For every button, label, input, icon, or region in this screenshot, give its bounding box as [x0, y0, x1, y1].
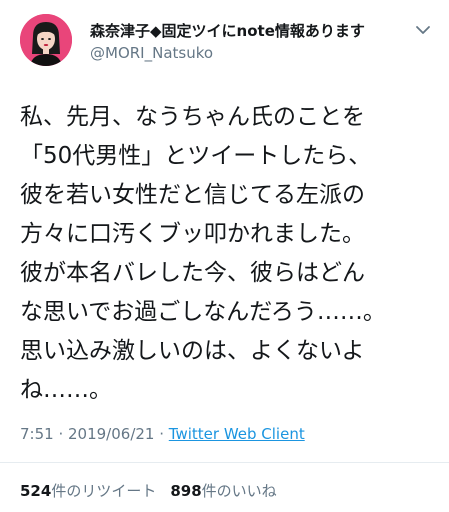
- tweet-text-line: 思い込み激しいのは、よくないよ: [20, 338, 365, 364]
- tweet-text-line: ね……。: [20, 377, 112, 403]
- tweet-text-line: な思いでお過ごしなんだろう……。: [20, 299, 386, 325]
- tweet-text: 私、先月、なうちゃん氏のことを 「50代男性」とツイートしたら、 彼を若い女性だ…: [20, 98, 430, 410]
- retweets-label: 件のリツイート: [51, 482, 157, 500]
- tweet-detail: 森奈津子◆固定ツイにnote情報あります @MORI_Natsuko 私、先月、…: [0, 0, 449, 512]
- tweet-text-line: 彼を若い女性だと信じてる左派の: [20, 182, 365, 208]
- tweet-date[interactable]: 2019/06/21: [68, 425, 154, 443]
- likes-stat[interactable]: 898件のいいね: [170, 482, 276, 500]
- likes-count: 898: [170, 482, 202, 500]
- avatar[interactable]: [20, 14, 72, 66]
- divider: [0, 462, 449, 463]
- tweet-stats: 524件のリツイート 898件のいいね: [20, 480, 277, 501]
- chevron-down-icon[interactable]: [414, 22, 432, 36]
- meta-separator: ·: [53, 425, 68, 443]
- user-handle[interactable]: @MORI_Natsuko: [90, 44, 213, 62]
- tweet-text-line: 彼が本名バレした今、彼らはどん: [20, 260, 365, 286]
- display-name[interactable]: 森奈津子◆固定ツイにnote情報あります: [90, 20, 365, 41]
- tweet-text-line: 私、先月、なうちゃん氏のことを: [20, 104, 365, 130]
- tweet-text-line: 方々に口汚くブッ叩かれました。: [20, 221, 365, 247]
- retweets-count: 524: [20, 482, 52, 500]
- tweet-timestamp-row: 7:51 · 2019/06/21 · Twitter Web Client: [20, 425, 305, 443]
- avatar-illustration-icon: [20, 14, 72, 66]
- likes-label: 件のいいね: [201, 482, 277, 500]
- tweet-time[interactable]: 7:51: [20, 425, 54, 443]
- retweets-stat[interactable]: 524件のリツイート: [20, 482, 156, 500]
- tweet-client-link[interactable]: Twitter Web Client: [169, 425, 305, 443]
- tweet-text-line: 「50代男性」とツイートしたら、: [20, 143, 372, 169]
- meta-separator: ·: [154, 425, 169, 443]
